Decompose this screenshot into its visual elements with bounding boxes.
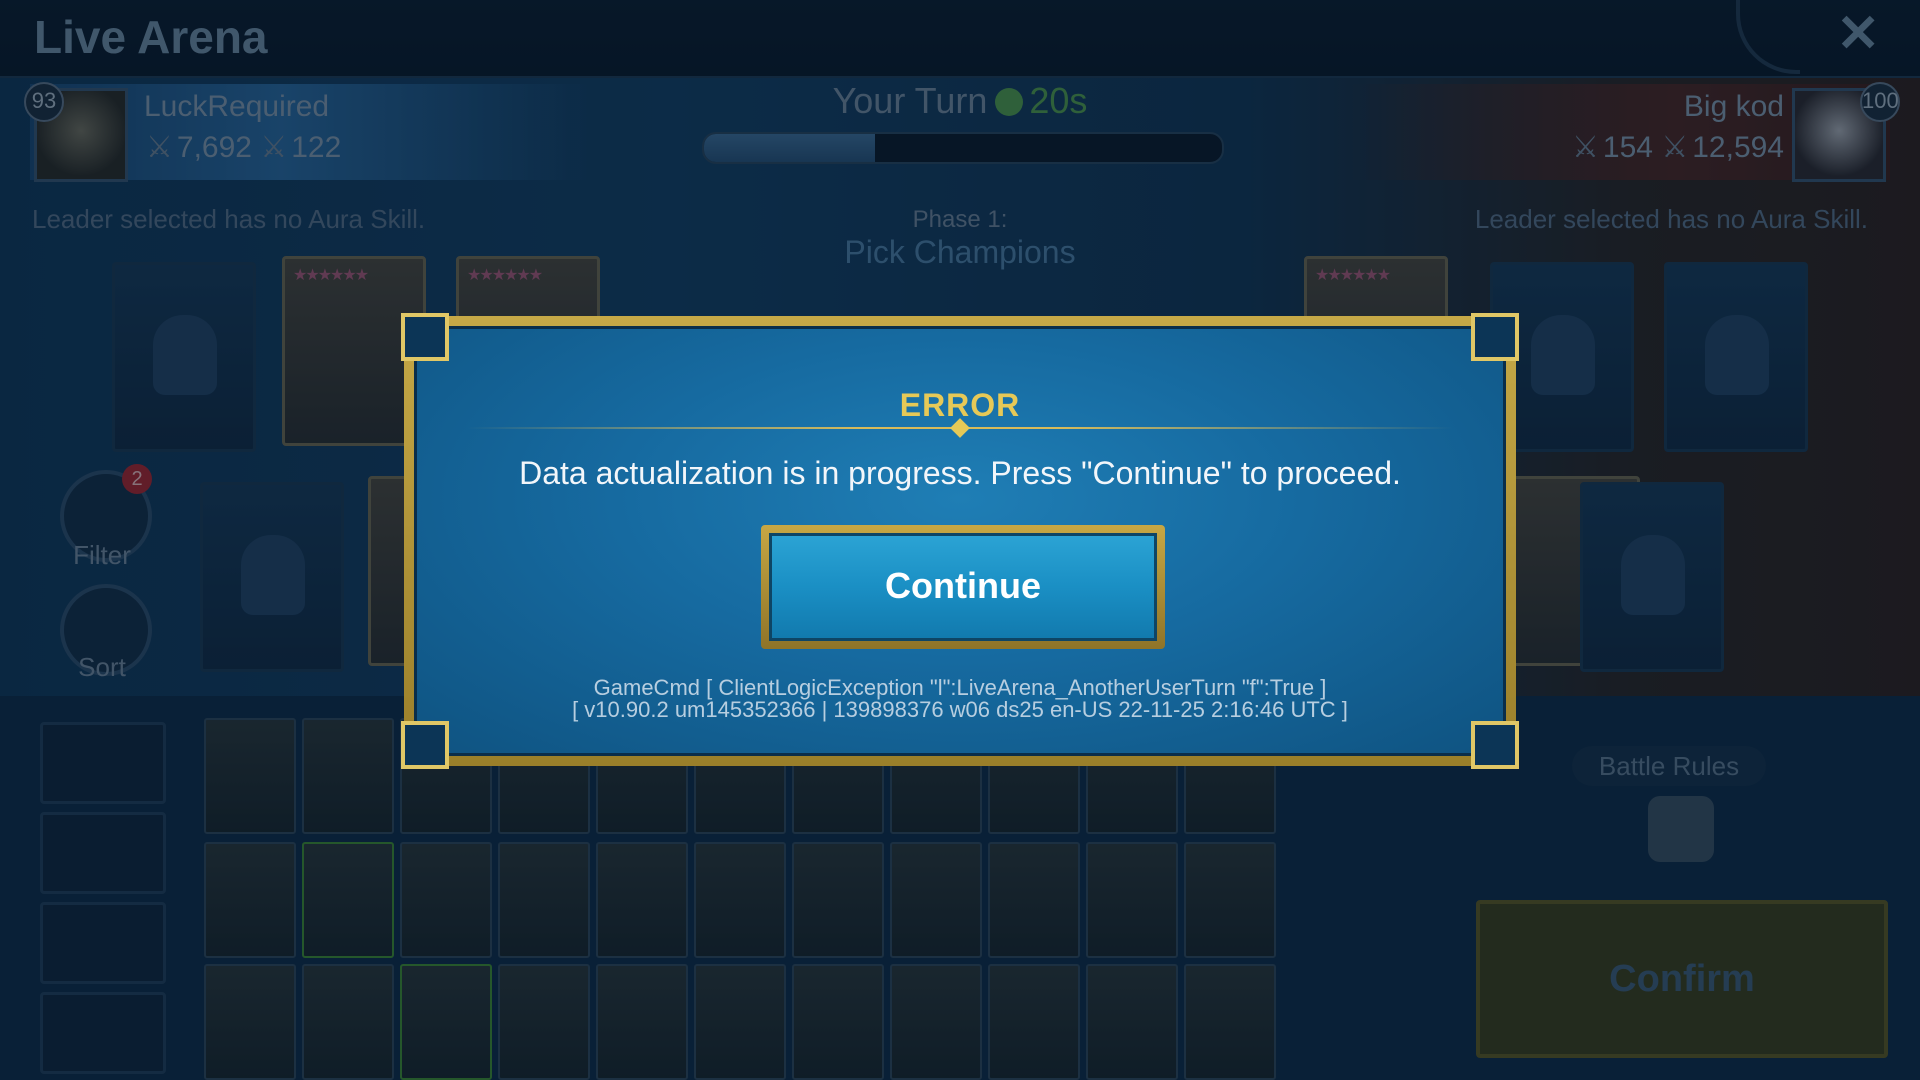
debug-line-1: GameCmd [ ClientLogicException "l":LiveA… (593, 675, 1327, 700)
frame-corner (401, 313, 449, 361)
frame-corner (401, 721, 449, 769)
continue-button[interactable]: Continue (761, 525, 1165, 649)
debug-info: GameCmd [ ClientLogicException "l":LiveA… (417, 677, 1503, 721)
error-dialog: ERROR Data actualization is in progress.… (401, 313, 1519, 769)
debug-line-2: [ v10.90.2 um145352366 | 139898376 w06 d… (572, 697, 1348, 722)
frame-corner (1471, 721, 1519, 769)
frame-corner (1471, 313, 1519, 361)
dialog-message: Data actualization is in progress. Press… (519, 455, 1401, 491)
continue-button-label: Continue (769, 533, 1157, 641)
error-dialog-body: ERROR Data actualization is in progress.… (401, 313, 1519, 769)
